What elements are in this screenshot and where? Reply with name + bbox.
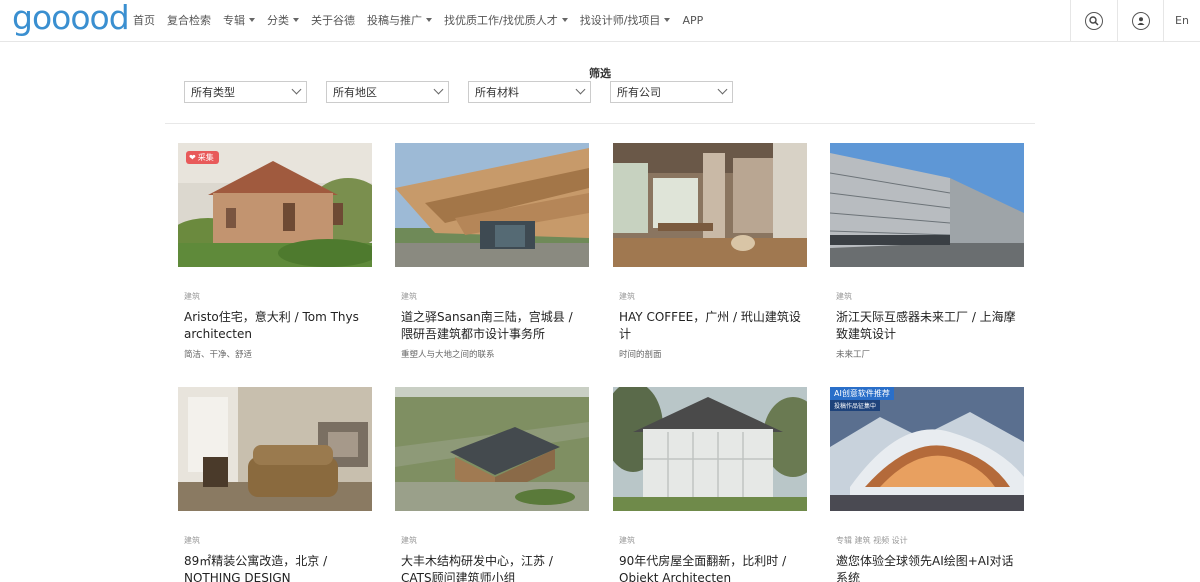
card-title[interactable]: Aristo住宅，意大利 / Tom Thys architecten <box>184 309 370 343</box>
user-icon <box>1131 11 1150 30</box>
badge-label: 采集 <box>197 153 214 162</box>
search-icon <box>1085 11 1103 30</box>
user-button[interactable] <box>1117 0 1163 41</box>
card-title[interactable]: 浙江天际互感器未来工厂 / 上海摩致建筑设计 <box>836 309 1022 343</box>
project-card[interactable]: 建筑 道之驿Sansan南三陆，宫城县 / 隈研吾建筑都市设计事务所 重塑人与大… <box>395 143 589 360</box>
heart-icon: ❤ <box>189 153 196 162</box>
nav-albums[interactable]: 专辑 <box>223 12 255 28</box>
card-category[interactable]: 建筑 <box>836 291 1024 301</box>
project-thumbnail[interactable] <box>395 387 589 511</box>
ai-promo-subtitle: 投稿作品征集中 <box>830 400 881 411</box>
nav-label: 专辑 <box>223 14 245 27</box>
nav-label: 找设计师/找项目 <box>579 14 661 27</box>
chevron-down-icon <box>291 84 302 95</box>
card-title[interactable]: 邀您体验全球领先AI绘图+AI对话系统 <box>836 553 1022 582</box>
card-subtitle: 未来工厂 <box>836 350 871 360</box>
select-value: 所有类型 <box>191 86 235 99</box>
project-card[interactable]: 建筑 浙江天际互感器未来工厂 / 上海摩致建筑设计 未来工厂 <box>830 143 1024 360</box>
site-logo[interactable]: gooood <box>12 1 130 35</box>
card-subtitle: 简洁、干净、舒适 <box>184 350 253 360</box>
filter-bar: 所有类型 所有地区 所有材料 所有公司 <box>184 81 752 103</box>
card-title[interactable]: 89㎡精装公寓改造，北京 / NOTHING DESIGN <box>184 553 370 582</box>
card-title[interactable]: HAY COFFEE，广州 / 玳山建筑设计 <box>619 309 805 343</box>
project-card[interactable]: AI创意软件推荐 投稿作品征集中 专辑 建筑 视频 设计 邀您体验全球领先AI绘… <box>830 387 1024 582</box>
chevron-down-icon <box>575 84 586 95</box>
card-title[interactable]: 道之驿Sansan南三陆，宫城县 / 隈研吾建筑都市设计事务所 <box>401 309 587 343</box>
select-value: 所有材料 <box>475 86 519 99</box>
region-select[interactable]: 所有地区 <box>326 81 449 103</box>
nav-label: 分类 <box>267 14 289 27</box>
card-category[interactable]: 建筑 <box>619 535 807 545</box>
caret-down-icon <box>293 18 299 22</box>
filter-title: 筛选 <box>589 67 611 80</box>
project-card[interactable]: 建筑 89㎡精装公寓改造，北京 / NOTHING DESIGN <box>178 387 372 582</box>
nav-categories[interactable]: 分类 <box>267 12 299 28</box>
card-subtitle: 时间的剖面 <box>619 350 662 360</box>
project-thumbnail[interactable] <box>830 143 1024 267</box>
select-value: 所有地区 <box>333 86 377 99</box>
company-select[interactable]: 所有公司 <box>610 81 733 103</box>
card-title[interactable]: 大丰木结构研发中心，江苏 / CATS顾问建筑师小组 <box>401 553 587 582</box>
card-category[interactable]: 建筑 <box>184 535 372 545</box>
caret-down-icon <box>561 18 568 22</box>
project-thumbnail[interactable] <box>395 143 589 267</box>
nav-jobs[interactable]: 找优质工作/找优质人才 <box>444 12 568 28</box>
chevron-down-icon <box>433 84 444 95</box>
nav-about[interactable]: 关于谷德 <box>311 12 355 28</box>
nav-label: APP <box>682 13 704 27</box>
card-category[interactable]: 建筑 <box>619 291 807 301</box>
card-category[interactable]: 专辑 建筑 视频 设计 <box>836 535 1024 545</box>
language-switch[interactable]: En <box>1163 0 1200 41</box>
card-title[interactable]: 90年代房屋全面翻新，比利时 / Objekt Architecten <box>619 553 805 582</box>
card-category[interactable]: 建筑 <box>401 535 589 545</box>
nav-home[interactable]: 首页 <box>133 12 155 28</box>
card-subtitle: 重塑人与大地之间的联系 <box>401 350 495 360</box>
ai-promo-badge: AI创意软件推荐 <box>830 387 894 400</box>
nav-submit[interactable]: 投稿与推广 <box>367 12 432 28</box>
project-card[interactable]: ❤ 采集 建筑 Aristo住宅，意大利 / Tom Thys architect… <box>178 143 372 360</box>
card-category[interactable]: 建筑 <box>401 291 589 301</box>
select-value: 所有公司 <box>617 86 661 99</box>
collect-badge[interactable]: ❤ 采集 <box>186 151 219 164</box>
search-button[interactable] <box>1070 0 1117 41</box>
caret-down-icon <box>426 18 432 22</box>
project-thumbnail[interactable] <box>613 387 807 511</box>
project-thumbnail[interactable] <box>178 387 372 511</box>
nav-designers[interactable]: 找设计师/找项目 <box>580 12 671 28</box>
nav-label: 复合检索 <box>167 14 211 27</box>
project-thumbnail[interactable] <box>613 143 807 267</box>
project-thumbnail[interactable]: ❤ 采集 <box>178 143 372 267</box>
nav-label: 投稿与推广 <box>367 14 422 27</box>
project-card[interactable]: 建筑 HAY COFFEE，广州 / 玳山建筑设计 时间的剖面 <box>613 143 807 360</box>
material-select[interactable]: 所有材料 <box>468 81 591 103</box>
nav-app[interactable]: APP <box>682 14 703 27</box>
caret-down-icon <box>664 18 671 22</box>
card-category[interactable]: 建筑 <box>184 291 372 301</box>
language-label: En <box>1175 14 1189 27</box>
project-thumbnail[interactable]: AI创意软件推荐 投稿作品征集中 <box>830 387 1024 511</box>
project-card[interactable]: 建筑 90年代房屋全面翻新，比利时 / Objekt Architecten <box>613 387 807 582</box>
site-header: gooood 首页 复合检索 专辑 分类 关于谷德 投稿与推广 找优质工作/找优… <box>0 0 1200 42</box>
nav-label: 首页 <box>133 14 155 27</box>
main-nav: 首页 复合检索 专辑 分类 关于谷德 投稿与推广 找优质工作/找优质人才 找设计… <box>133 0 715 40</box>
nav-advanced-search[interactable]: 复合检索 <box>167 12 211 28</box>
type-select[interactable]: 所有类型 <box>184 81 307 103</box>
caret-down-icon <box>249 18 255 22</box>
divider <box>165 123 1035 124</box>
nav-label: 关于谷德 <box>311 14 355 27</box>
nav-label: 找优质工作/找优质人才 <box>444 14 558 27</box>
chevron-down-icon <box>717 84 728 95</box>
project-card[interactable]: 建筑 大丰木结构研发中心，江苏 / CATS顾问建筑师小组 <box>395 387 589 582</box>
